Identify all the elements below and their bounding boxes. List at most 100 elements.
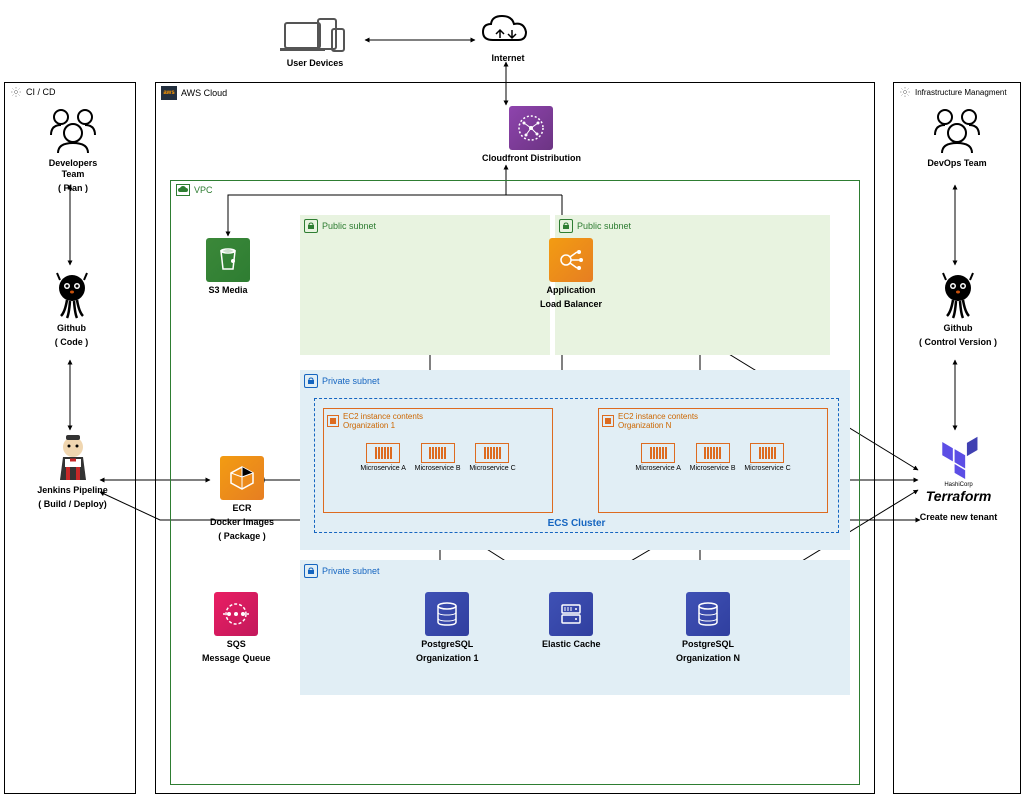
priv2-header: Private subnet <box>300 560 850 582</box>
jenkins-sub: ( Build / Deploy) <box>30 499 115 510</box>
pub2-header: Public subnet <box>555 215 830 237</box>
postgres-1: PostgreSQL Organization 1 <box>416 592 479 664</box>
alb-label-2: Load Balancer <box>540 299 602 310</box>
ecr: ECR Docker Images ( Package ) <box>210 456 274 541</box>
ms-a-label: Microservice A <box>360 465 406 472</box>
pg1-label-1: PostgreSQL <box>416 639 479 650</box>
container-icon <box>696 443 730 463</box>
elastic-cache: Elastic Cache <box>542 592 601 650</box>
jenkins: Jenkins Pipeline ( Build / Deploy) <box>30 432 115 510</box>
ecs-cluster-label: ECS Cluster <box>548 518 606 529</box>
container-icon <box>421 443 455 463</box>
sqs: SQS Message Queue <box>202 592 271 664</box>
public-subnet-1: Public subnet <box>300 215 550 355</box>
ec2-1-header: EC2 instance contentsOrganization 1 <box>324 409 552 433</box>
cloudfront-label: Cloudfront Distribution <box>482 153 581 164</box>
user-devices-label: User Devices <box>280 58 350 69</box>
infra-github-sub: ( Control Version ) <box>918 337 998 348</box>
s3-label: S3 Media <box>206 285 250 296</box>
priv1-header: Private subnet <box>300 370 850 392</box>
devices-icon <box>280 15 350 55</box>
ec2-n-title-1: EC2 instance contents <box>618 412 698 421</box>
terraform-icon <box>929 435 989 482</box>
cloud-icon <box>478 10 538 50</box>
container-icon <box>475 443 509 463</box>
cache-icon <box>549 592 593 636</box>
cicd-github-sub: ( Code ) <box>44 337 99 348</box>
vpc-title: VPC <box>194 185 213 195</box>
lock-icon <box>304 374 318 388</box>
database-icon <box>686 592 730 636</box>
aws-logo-icon: aws <box>161 86 177 100</box>
container-icon <box>750 443 784 463</box>
cicd-github: Github ( Code ) <box>44 270 99 348</box>
github-icon <box>933 270 983 320</box>
cache-label: Elastic Cache <box>542 639 601 650</box>
alb: Application Load Balancer <box>540 238 602 310</box>
internet: Internet <box>478 10 538 64</box>
infra-header: Infrastructure Managment <box>894 83 1020 101</box>
microservice-a-n: Microservice A <box>635 443 681 472</box>
vpc-icon <box>176 184 190 196</box>
alb-icon <box>549 238 593 282</box>
cloudfront-icon <box>509 106 553 150</box>
microservice-b-1: Microservice B <box>415 443 461 472</box>
microservice-c-1: Microservice C <box>469 443 515 472</box>
devops-team: DevOps Team <box>922 105 992 169</box>
ec2-icon <box>327 415 339 427</box>
lock-icon <box>304 564 318 578</box>
s3-icon <box>206 238 250 282</box>
ec2-1-title-2: Organization 1 <box>343 421 395 430</box>
ec2-box-1: EC2 instance contentsOrganization 1 Micr… <box>323 408 553 513</box>
microservice-c-n: Microservice C <box>744 443 790 472</box>
cicd-title: CI / CD <box>26 87 56 97</box>
lock-icon <box>559 219 573 233</box>
pgn-label-1: PostgreSQL <box>676 639 740 650</box>
ec2-icon <box>602 415 614 427</box>
devops-label: DevOps Team <box>922 158 992 169</box>
priv1-label: Private subnet <box>322 376 380 386</box>
dev-team: Developers Team ( Plan ) <box>38 105 108 193</box>
sqs-icon <box>214 592 258 636</box>
ms-b-label: Microservice B <box>415 465 461 472</box>
internet-label: Internet <box>478 53 538 64</box>
infra-github-label: Github <box>918 323 998 334</box>
terraform: HashiCorp Terraform Create new tenant <box>916 435 1001 523</box>
user-devices: User Devices <box>280 15 350 69</box>
ms-c-label: Microservice C <box>744 465 790 472</box>
github-icon <box>47 270 97 320</box>
cicd-header: CI / CD <box>5 83 135 101</box>
pgn-label-2: Organization N <box>676 653 740 664</box>
terraform-label: Terraform <box>916 488 1001 504</box>
container-icon <box>641 443 675 463</box>
priv2-label: Private subnet <box>322 566 380 576</box>
cloudfront: Cloudfront Distribution <box>482 106 581 164</box>
ms-c-label: Microservice C <box>469 465 515 472</box>
alb-label-1: Application <box>540 285 602 296</box>
infra-github: Github ( Control Version ) <box>918 270 998 348</box>
jenkins-icon <box>48 432 98 482</box>
jenkins-label: Jenkins Pipeline <box>30 485 115 496</box>
ecr-label-3: ( Package ) <box>210 531 274 542</box>
sqs-label-2: Message Queue <box>202 653 271 664</box>
s3: S3 Media <box>206 238 250 296</box>
ecr-icon <box>220 456 264 500</box>
lock-icon <box>304 219 318 233</box>
aws-title: AWS Cloud <box>181 88 227 98</box>
dev-team-sub: ( Plan ) <box>38 183 108 194</box>
pub1-label: Public subnet <box>322 221 376 231</box>
terraform-sub: Create new tenant <box>916 512 1001 523</box>
pg1-label-2: Organization 1 <box>416 653 479 664</box>
ms-a-label: Microservice A <box>635 465 681 472</box>
postgres-n: PostgreSQL Organization N <box>676 592 740 664</box>
aws-header: aws AWS Cloud <box>156 83 874 103</box>
database-icon <box>425 592 469 636</box>
pub1-header: Public subnet <box>300 215 550 237</box>
infra-title: Infrastructure Managment <box>915 88 1007 97</box>
users-icon <box>43 105 103 155</box>
pub2-label: Public subnet <box>577 221 631 231</box>
microservice-a-1: Microservice A <box>360 443 406 472</box>
vpc-header: VPC <box>171 181 859 199</box>
ec2-1-title-1: EC2 instance contents <box>343 412 423 421</box>
users-icon <box>927 105 987 155</box>
